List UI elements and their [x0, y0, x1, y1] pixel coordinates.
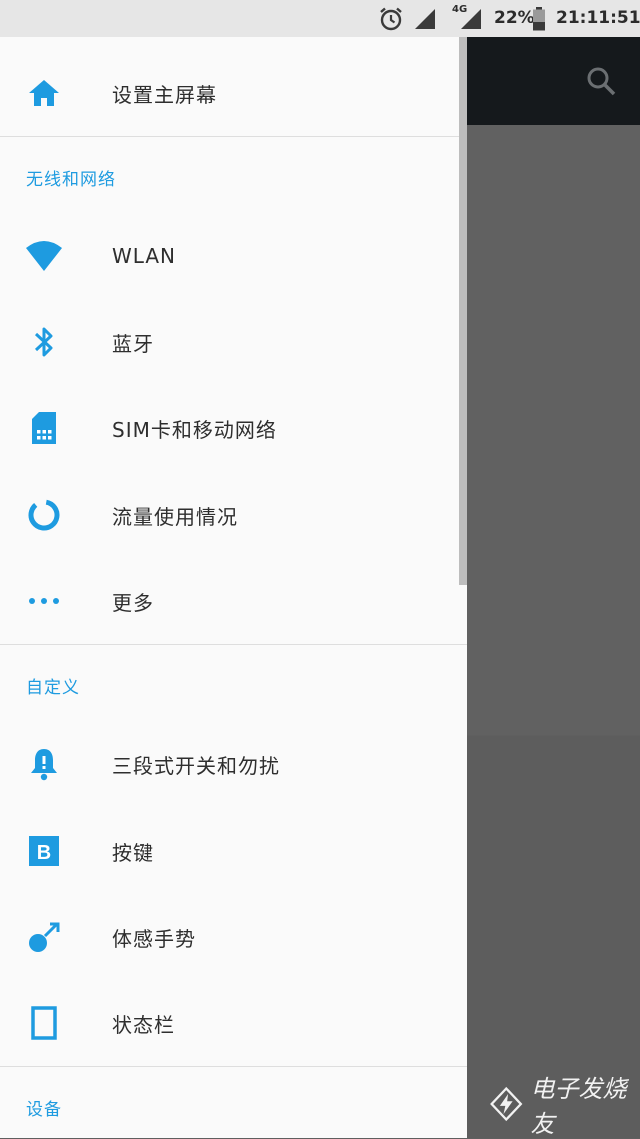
battery-icon [532, 0, 546, 37]
more-icon [24, 581, 64, 621]
drawer-item-label: 蓝牙 [112, 328, 154, 357]
buttons-icon: B [24, 831, 64, 871]
drawer-item-buttons[interactable]: B 按键 [0, 808, 459, 894]
status-bar-icon [24, 1003, 64, 1043]
sim-card-icon [24, 408, 64, 448]
drawer-item-data-usage[interactable]: 流量使用情况 [0, 472, 459, 558]
drawer-item-status-bar[interactable]: 状态栏 [0, 980, 459, 1066]
alarm-icon [378, 0, 404, 37]
drawer-item-home-screen[interactable]: 设置主屏幕 [0, 50, 459, 136]
drawer-item-label: 状态栏 [112, 1009, 175, 1038]
drawer-item-label: 设置主屏幕 [112, 79, 217, 108]
bell-icon [24, 744, 64, 784]
signal-4g-icon [460, 0, 482, 37]
gesture-icon [24, 917, 64, 957]
drawer-item-label: SIM卡和移动网络 [112, 414, 277, 443]
drawer-item-label: WLAN [112, 244, 176, 268]
drawer-item-wlan[interactable]: WLAN [0, 213, 459, 299]
settings-drawer: 设置主屏幕 无线和网络 WLAN 蓝牙 [0, 37, 467, 1138]
drawer-item-more[interactable]: 更多 [0, 558, 459, 644]
drawer-item-gestures[interactable]: 体感手势 [0, 894, 459, 980]
drawer-item-bluetooth[interactable]: 蓝牙 [0, 299, 459, 385]
section-title-device: 设备 [26, 1095, 62, 1120]
drawer-item-label: 按键 [112, 837, 154, 866]
drawer-item-label: 体感手势 [112, 923, 196, 952]
drawer-item-label: 更多 [112, 587, 154, 616]
search-icon[interactable] [584, 64, 618, 98]
section-title-wireless: 无线和网络 [26, 165, 116, 190]
home-icon [24, 73, 64, 113]
status-bar: 4G 22% 21:11:51 [0, 0, 640, 37]
watermark-text: 电子发烧友 [531, 1069, 640, 1139]
data-usage-icon [24, 495, 64, 535]
battery-percent: 22% [494, 0, 535, 37]
watermark-logo-icon [488, 1084, 525, 1124]
drawer-item-label: 三段式开关和勿扰 [112, 750, 280, 779]
divider [0, 136, 467, 137]
watermark: 电子发烧友 [488, 1082, 640, 1126]
svg-text:B: B [37, 842, 51, 864]
drawer-item-sim[interactable]: SIM卡和移动网络 [0, 385, 459, 471]
drawer-item-alert-slider[interactable]: 三段式开关和勿扰 [0, 721, 459, 807]
drawer-scrollbar[interactable] [459, 37, 467, 585]
divider [0, 644, 467, 645]
divider [0, 1066, 467, 1067]
scrim-panel[interactable] [467, 125, 640, 735]
section-title-custom: 自定义 [26, 673, 80, 698]
signal-icon [414, 0, 436, 37]
wifi-icon [24, 236, 64, 276]
drawer-item-label: 流量使用情况 [112, 501, 238, 530]
bluetooth-icon [24, 322, 64, 362]
clock: 21:11:51 [556, 0, 640, 37]
